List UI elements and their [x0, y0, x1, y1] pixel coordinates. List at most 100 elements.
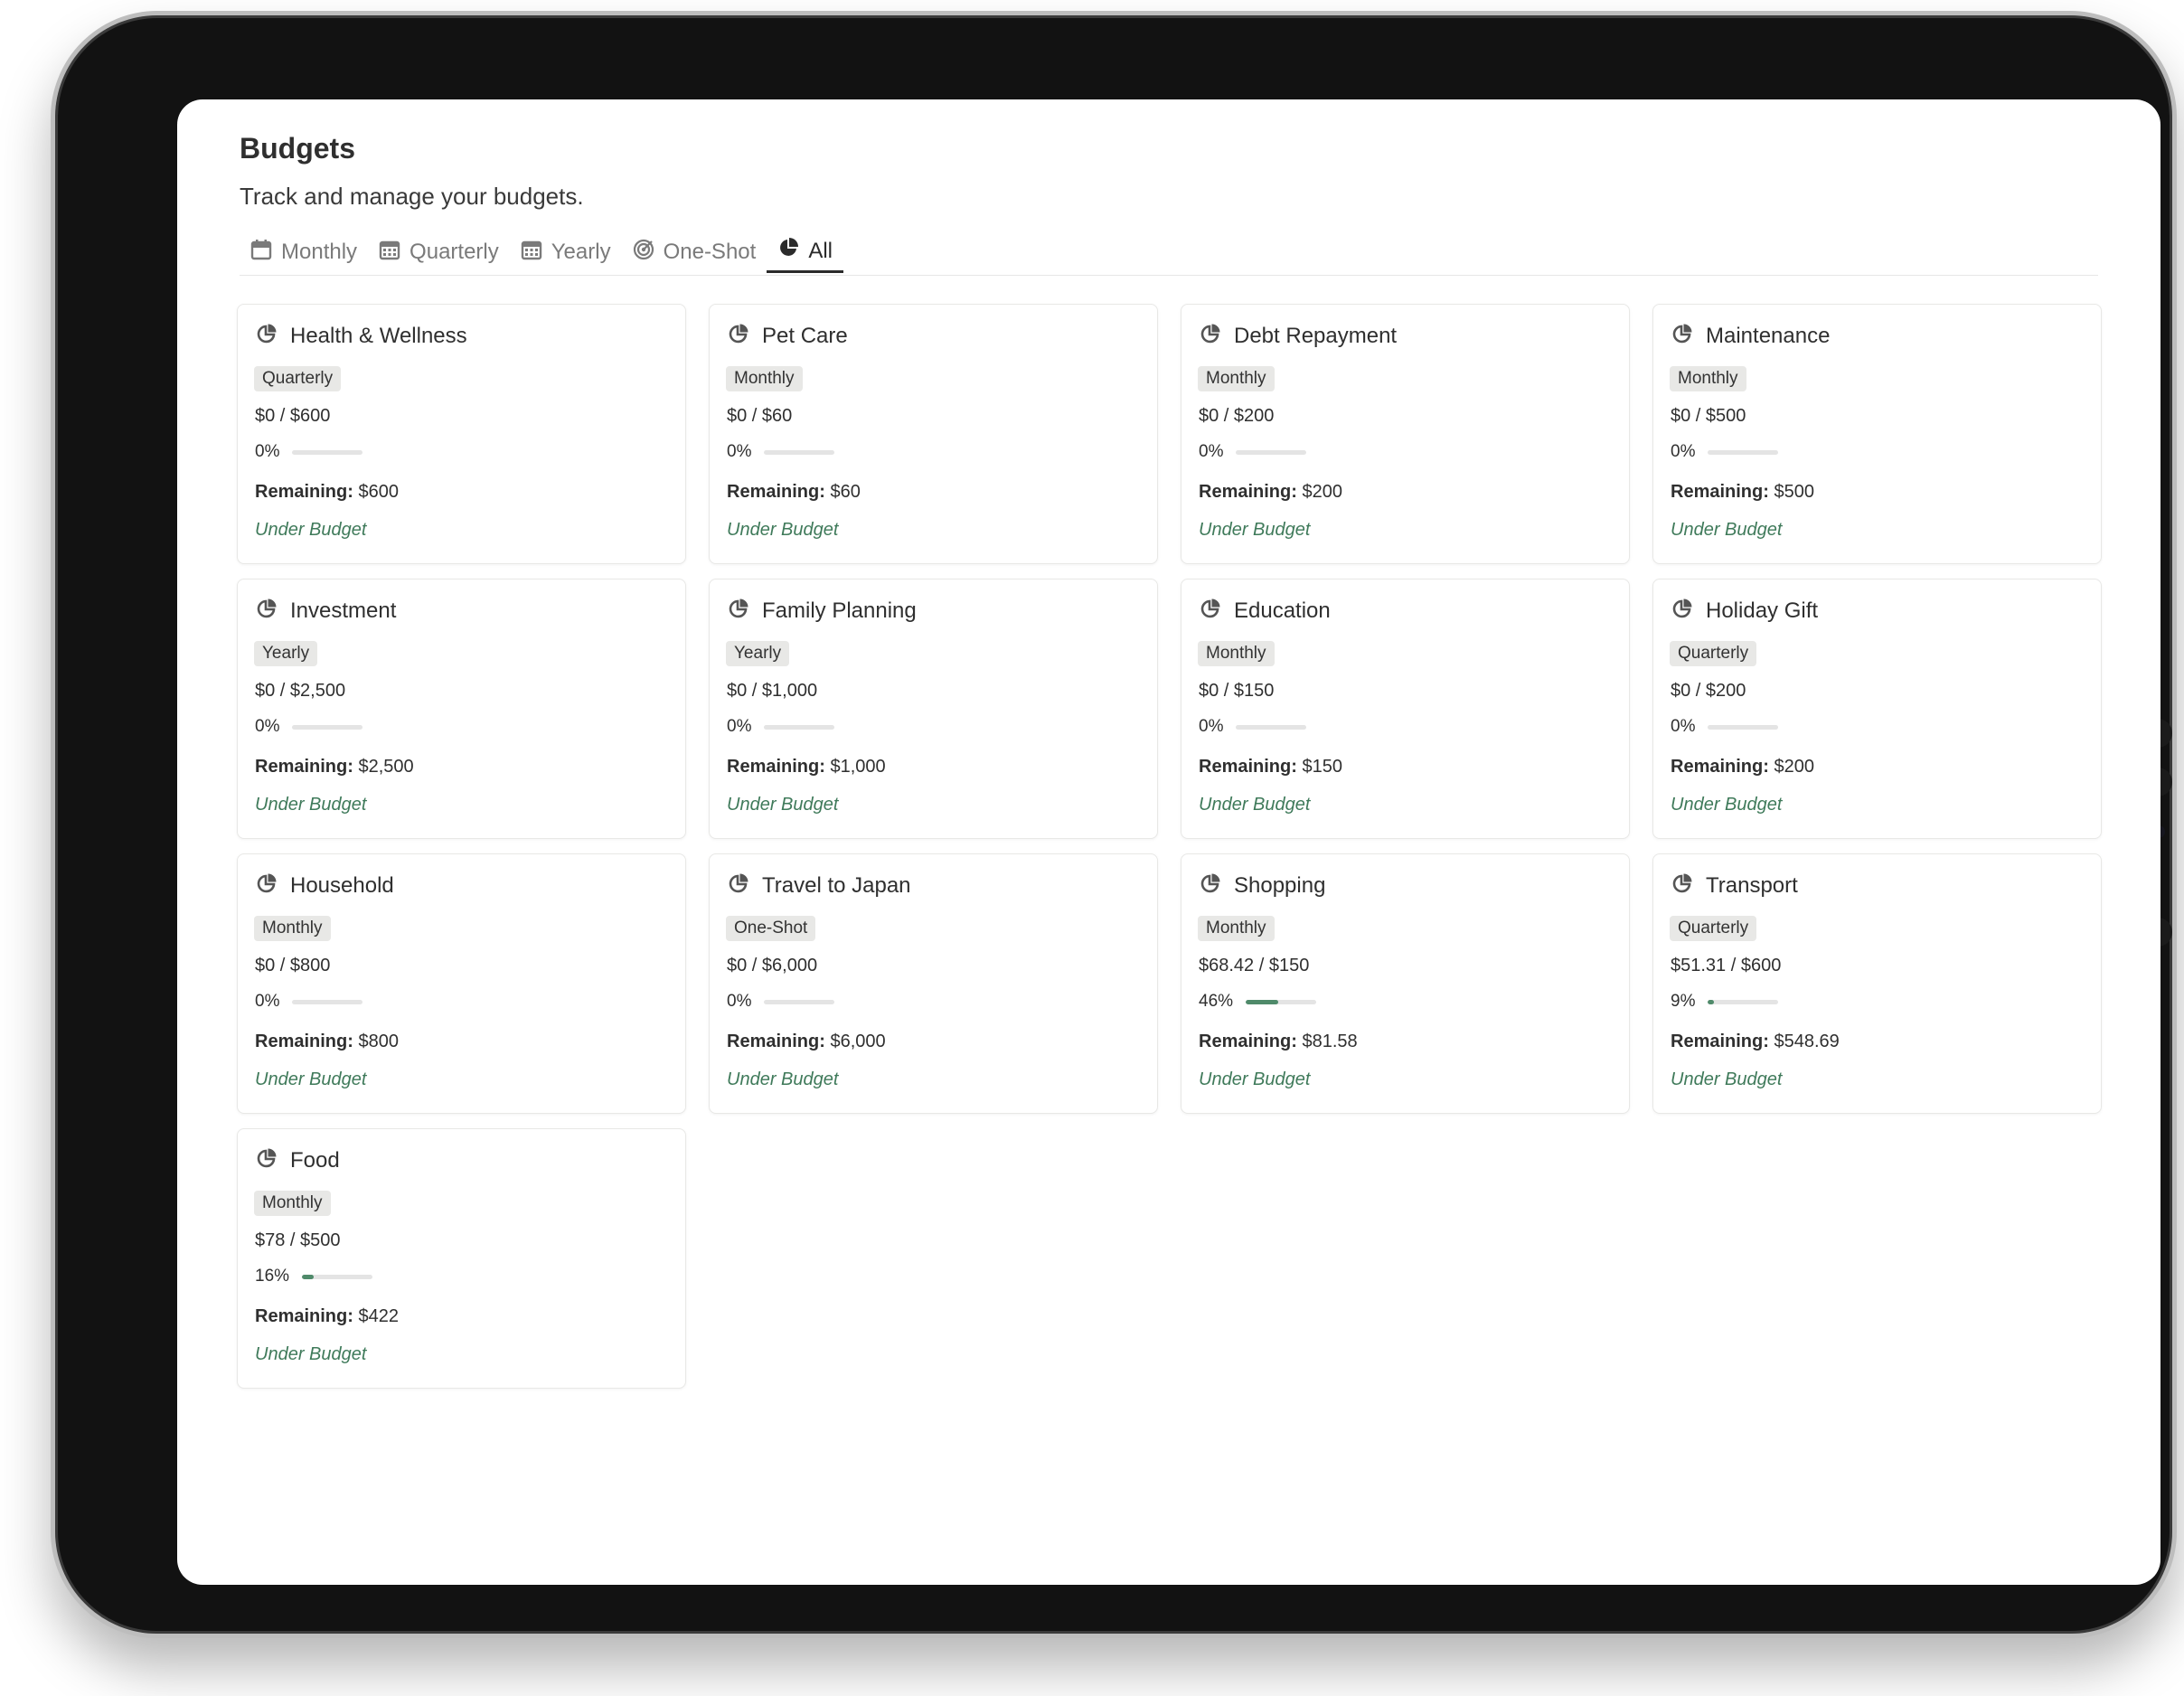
progress-bar [1708, 449, 1779, 455]
target-icon [633, 239, 654, 267]
progress-bar [764, 724, 835, 730]
remaining-value: $6,000 [830, 1032, 886, 1051]
budget-status: Under Budget [1199, 520, 1311, 540]
remaining-label: Remaining: [727, 1032, 825, 1051]
budget-card[interactable]: Investment Yearly $0 / $2,500 0% Remaini… [237, 579, 686, 839]
period-badge: One-Shot [726, 916, 816, 941]
budget-status: Under Budget [255, 1069, 367, 1089]
spent-vs-budget: $0 / $2,500 [255, 681, 346, 701]
tab-label: Monthly [281, 240, 358, 264]
remaining-amount: Remaining: $200 [1671, 757, 1814, 777]
remaining-amount: Remaining: $6,000 [727, 1032, 886, 1052]
progress-percent: 0% [727, 442, 752, 461]
progress-bar [1246, 999, 1317, 1004]
remaining-amount: Remaining: $548.69 [1671, 1032, 1840, 1052]
budget-status: Under Budget [1199, 1069, 1311, 1089]
budget-name: Travel to Japan [762, 872, 911, 898]
tab-label: Quarterly [410, 240, 499, 264]
spent-vs-budget: $0 / $200 [1671, 681, 1746, 701]
progress-bar-fill [1246, 999, 1278, 1004]
budget-card[interactable]: Education Monthly $0 / $150 0% Remaining… [1181, 579, 1630, 839]
budget-card[interactable]: Pet Care Monthly $0 / $60 0% Remaining: … [709, 304, 1158, 564]
budget-status: Under Budget [1671, 1069, 1783, 1089]
progress-bar [302, 1274, 373, 1279]
tab-label: All [808, 238, 833, 263]
tablet-device-frame: Budgets Track and manage your budgets. M… [51, 11, 2177, 1638]
budget-card[interactable]: Health & Wellness Quarterly $0 / $600 0%… [237, 304, 686, 564]
progress-percent: 0% [255, 717, 280, 736]
budget-card[interactable]: Maintenance Monthly $0 / $500 0% Remaini… [1652, 304, 2102, 564]
remaining-value: $200 [1302, 482, 1342, 502]
pie-chart-icon [1200, 598, 1221, 624]
tab-monthly[interactable]: Monthly [240, 231, 368, 273]
pie-chart-icon [1200, 323, 1221, 349]
budget-status: Under Budget [727, 520, 839, 540]
page-title: Budgets [240, 132, 355, 165]
remaining-value: $150 [1302, 757, 1342, 777]
progress-percent: 0% [255, 992, 280, 1011]
budget-card[interactable]: Household Monthly $0 / $800 0% Remaining… [237, 853, 686, 1114]
remaining-label: Remaining: [1199, 482, 1297, 502]
budget-status: Under Budget [727, 795, 839, 815]
progress-bar [764, 999, 835, 1004]
remaining-value: $200 [1774, 757, 1814, 777]
budget-name: Family Planning [762, 598, 917, 623]
remaining-amount: Remaining: $800 [255, 1032, 399, 1052]
budget-status: Under Budget [1671, 795, 1783, 815]
tab-quarterly[interactable]: Quarterly [368, 231, 510, 273]
remaining-amount: Remaining: $1,000 [727, 757, 886, 777]
progress-percent: 0% [727, 992, 752, 1011]
budget-card[interactable]: Transport Quarterly $51.31 / $600 9% Rem… [1652, 853, 2102, 1114]
progress-percent: 0% [1671, 442, 1696, 461]
remaining-label: Remaining: [255, 757, 353, 777]
progress-bar [292, 724, 363, 730]
remaining-label: Remaining: [1671, 482, 1769, 502]
budget-card[interactable]: Food Monthly $78 / $500 16% Remaining: $… [237, 1128, 686, 1389]
progress-percent: 0% [727, 717, 752, 736]
budget-card[interactable]: Shopping Monthly $68.42 / $150 46% Remai… [1181, 853, 1630, 1114]
period-badge: Monthly [1198, 641, 1275, 666]
remaining-label: Remaining: [727, 482, 825, 502]
period-badge: Monthly [254, 1191, 331, 1216]
progress-bar [1708, 724, 1779, 730]
budget-name: Investment [290, 598, 397, 623]
period-badge: Monthly [726, 366, 803, 391]
period-badge: Monthly [1198, 366, 1275, 391]
budget-status: Under Budget [255, 795, 367, 815]
pie-chart-icon [1671, 872, 1693, 899]
tab-one-shot[interactable]: One-Shot [622, 231, 767, 273]
budget-status: Under Budget [255, 520, 367, 540]
pie-chart-icon [728, 323, 749, 349]
budget-status: Under Budget [255, 1344, 367, 1364]
spent-vs-budget: $68.42 / $150 [1199, 956, 1310, 975]
budget-card[interactable]: Debt Repayment Monthly $0 / $200 0% Rema… [1181, 304, 1630, 564]
calendar-icon [250, 239, 272, 267]
budget-card[interactable]: Family Planning Yearly $0 / $1,000 0% Re… [709, 579, 1158, 839]
period-badge: Yearly [726, 641, 790, 666]
progress-percent: 0% [1199, 717, 1224, 736]
remaining-value: $422 [358, 1306, 399, 1326]
budget-card[interactable]: Travel to Japan One-Shot $0 / $6,000 0% … [709, 853, 1158, 1114]
tab-all[interactable]: All [767, 231, 843, 273]
budget-status: Under Budget [1199, 795, 1311, 815]
progress-bar [1708, 999, 1779, 1004]
pie-chart-icon [1671, 598, 1693, 624]
tab-yearly[interactable]: Yearly [510, 231, 622, 273]
remaining-amount: Remaining: $81.58 [1199, 1032, 1358, 1052]
remaining-value: $600 [358, 482, 399, 502]
remaining-label: Remaining: [1671, 1032, 1769, 1051]
period-badge: Quarterly [1670, 916, 1757, 941]
spent-vs-budget: $0 / $500 [1671, 406, 1746, 426]
budget-name: Food [290, 1147, 340, 1173]
progress-bar [1236, 724, 1307, 730]
remaining-amount: Remaining: $422 [255, 1306, 399, 1327]
progress-percent: 46% [1199, 992, 1234, 1011]
pie-chart-icon [1671, 323, 1693, 349]
budget-card[interactable]: Holiday Gift Quarterly $0 / $200 0% Rema… [1652, 579, 2102, 839]
pie-chart-icon [728, 872, 749, 899]
progress-percent: 0% [255, 442, 280, 461]
remaining-value: $800 [358, 1032, 399, 1051]
app-screen: Budgets Track and manage your budgets. M… [177, 99, 2160, 1585]
pie-chart-icon [256, 323, 278, 349]
calendar-grid-icon [521, 239, 542, 267]
